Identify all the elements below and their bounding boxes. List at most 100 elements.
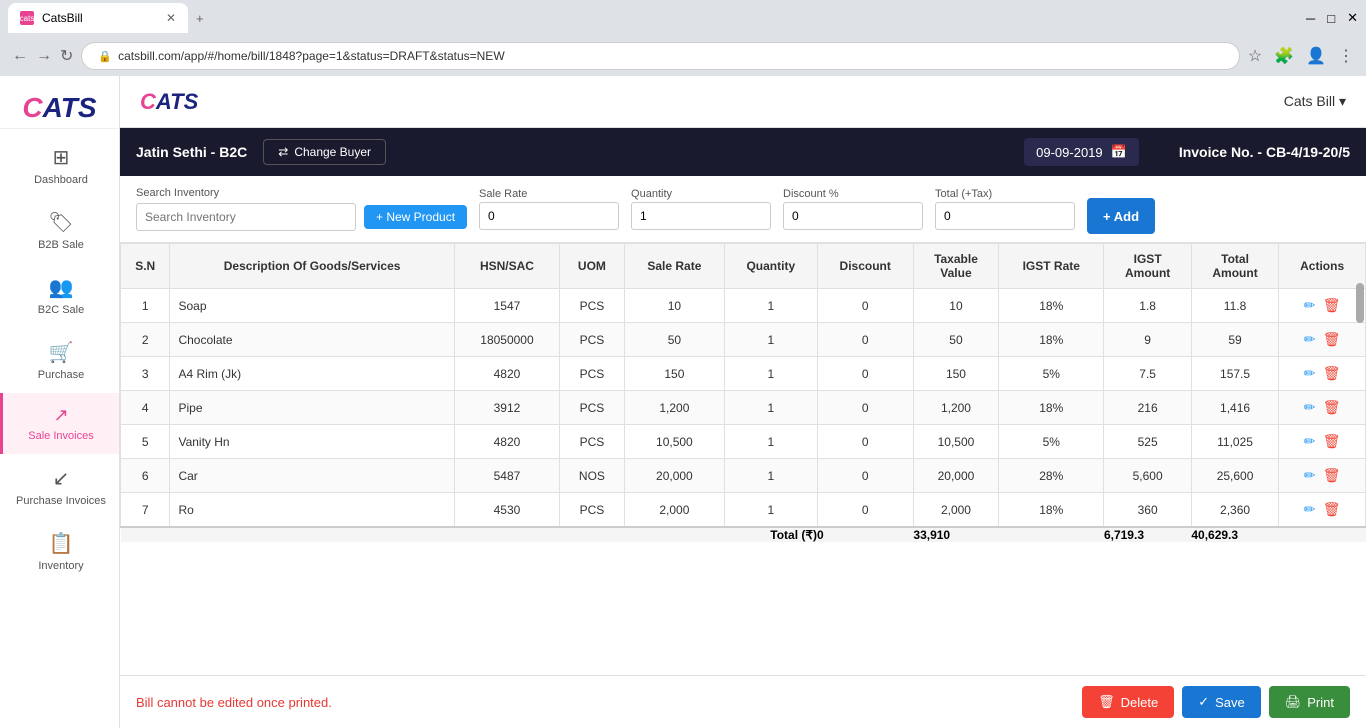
sidebar-item-b2c-sale[interactable]: 👥 B2C Sale — [0, 263, 119, 328]
url-text: catsbill.com/app/#/home/bill/1848?page=1… — [118, 49, 505, 63]
cell-desc: Ro — [170, 493, 454, 528]
cell-hsn: 18050000 — [454, 323, 559, 357]
browser-tab[interactable]: cats CatsBill ✕ — [8, 3, 188, 33]
col-taxable: TaxableValue — [913, 244, 998, 289]
cell-actions: ✏ 🗑 — [1279, 391, 1366, 425]
sidebar-item-b2b-sale[interactable]: 🏷 B2B Sale — [0, 198, 119, 263]
refresh-btn[interactable]: ↻ — [60, 46, 73, 66]
cell-sale-rate: 20,000 — [624, 459, 724, 493]
delete-row-button[interactable]: 🗑 — [1321, 499, 1343, 520]
search-label: Search Inventory — [136, 187, 467, 199]
sidebar-item-inventory[interactable]: 📋 Inventory — [0, 519, 119, 584]
save-invoice-button[interactable]: ✓ Save — [1182, 686, 1261, 718]
cell-desc: A4 Rim (Jk) — [170, 357, 454, 391]
cell-discount: 0 — [817, 493, 913, 528]
minimize-btn[interactable]: ─ — [1306, 11, 1315, 26]
search-add-row: Search Inventory + New Product Sale Rate… — [120, 176, 1366, 243]
edit-row-button[interactable]: ✏ — [1302, 499, 1318, 520]
cell-qty: 1 — [725, 425, 817, 459]
edit-row-button[interactable]: ✏ — [1302, 329, 1318, 350]
checkmark-icon: ✓ — [1198, 694, 1209, 710]
search-inventory-group: Search Inventory + New Product — [136, 187, 467, 231]
delete-row-button[interactable]: 🗑 — [1321, 295, 1343, 316]
quantity-input[interactable] — [631, 202, 771, 230]
cell-igst-rate: 18% — [999, 289, 1104, 323]
cell-actions: ✏ 🗑 — [1279, 459, 1366, 493]
col-discount: Discount — [817, 244, 913, 289]
edit-row-button[interactable]: ✏ — [1302, 431, 1318, 452]
cell-discount: 0 — [817, 289, 913, 323]
bookmark-star-icon[interactable]: ☆ — [1248, 46, 1262, 66]
edit-row-button[interactable]: ✏ — [1302, 465, 1318, 486]
edit-row-button[interactable]: ✏ — [1302, 295, 1318, 316]
delete-row-button[interactable]: 🗑 — [1321, 431, 1343, 452]
sale-rate-input[interactable] — [479, 202, 619, 230]
profile-icon[interactable]: 👤 — [1306, 46, 1326, 66]
cell-igst-amt: 5,600 — [1104, 459, 1191, 493]
print-invoice-button[interactable]: 🖨 Print — [1269, 686, 1350, 718]
cell-hsn: 4820 — [454, 425, 559, 459]
cell-igst-rate: 18% — [999, 493, 1104, 528]
main-content: CATS Cats Bill ▾ Jatin Sethi - B2C ⇄ Cha… — [120, 76, 1366, 728]
sale-invoices-icon: ↗ — [53, 405, 68, 426]
delete-row-button[interactable]: 🗑 — [1321, 465, 1343, 486]
cell-igst-amt: 1.8 — [1104, 289, 1191, 323]
cell-desc: Vanity Hn — [170, 425, 454, 459]
close-btn[interactable]: ✕ — [1347, 10, 1358, 26]
cell-igst-rate: 5% — [999, 425, 1104, 459]
sidebar-item-purchase-invoices[interactable]: ↙ Purchase Invoices — [0, 454, 119, 519]
col-igst-rate: IGST Rate — [999, 244, 1104, 289]
table-row: 5 Vanity Hn 4820 PCS 10,500 1 0 10,500 5… — [121, 425, 1366, 459]
cell-total: 11,025 — [1191, 425, 1278, 459]
sidebar-item-dashboard[interactable]: ⊞ Dashboard — [0, 133, 119, 198]
calendar-icon[interactable]: 📅 — [1111, 144, 1127, 160]
delete-invoice-button[interactable]: 🗑 Delete — [1082, 686, 1174, 718]
cell-hsn: 3912 — [454, 391, 559, 425]
cell-qty: 1 — [725, 323, 817, 357]
change-buyer-button[interactable]: ⇄ Change Buyer — [263, 139, 386, 165]
tab-favicon: cats — [20, 11, 34, 25]
discount-input[interactable] — [783, 202, 923, 230]
cell-igst-rate: 5% — [999, 357, 1104, 391]
sidebar-item-purchase[interactable]: 🛒 Purchase — [0, 328, 119, 393]
table-row: 4 Pipe 3912 PCS 1,200 1 0 1,200 18% 216 … — [121, 391, 1366, 425]
delete-row-button[interactable]: 🗑 — [1321, 397, 1343, 418]
cell-taxable: 50 — [913, 323, 998, 357]
invoice-date: 09-09-2019 📅 — [1024, 138, 1139, 166]
search-input[interactable] — [136, 203, 356, 231]
cell-igst-amt: 216 — [1104, 391, 1191, 425]
extensions-icon[interactable]: 🧩 — [1274, 46, 1294, 66]
address-bar[interactable]: 🔒 catsbill.com/app/#/home/bill/1848?page… — [81, 42, 1239, 70]
edit-row-button[interactable]: ✏ — [1302, 397, 1318, 418]
total-taxable: 33,910 — [913, 527, 998, 542]
cell-igst-rate: 18% — [999, 323, 1104, 357]
table-container: S.N Description Of Goods/Services HSN/SA… — [120, 243, 1366, 675]
table-row: 3 A4 Rim (Jk) 4820 PCS 150 1 0 150 5% 7.… — [121, 357, 1366, 391]
menu-icon[interactable]: ⋮ — [1338, 46, 1354, 66]
back-btn[interactable]: ← — [12, 47, 28, 65]
tab-close-btn[interactable]: ✕ — [166, 11, 176, 25]
restore-btn[interactable]: □ — [1327, 11, 1335, 26]
new-tab-btn[interactable]: + — [196, 11, 204, 26]
cell-actions: ✏ 🗑 — [1279, 493, 1366, 528]
table-row: 1 Soap 1547 PCS 10 1 0 10 18% 1.8 11.8 ✏… — [121, 289, 1366, 323]
sidebar-item-sale-invoices[interactable]: ↗ Sale Invoices — [0, 393, 119, 454]
new-product-button[interactable]: + New Product — [364, 205, 467, 229]
sidebar-item-label: Sale Invoices — [28, 430, 93, 442]
delete-row-button[interactable]: 🗑 — [1321, 329, 1343, 350]
cell-total: 157.5 — [1191, 357, 1278, 391]
forward-btn[interactable]: → — [36, 47, 52, 65]
edit-row-button[interactable]: ✏ — [1302, 363, 1318, 384]
logo: CATS — [22, 92, 96, 124]
cell-sale-rate: 50 — [624, 323, 724, 357]
cell-uom: PCS — [560, 391, 624, 425]
cell-desc: Soap — [170, 289, 454, 323]
cell-total: 2,360 — [1191, 493, 1278, 528]
delete-row-button[interactable]: 🗑 — [1321, 363, 1343, 384]
add-button[interactable]: + Add — [1087, 198, 1155, 234]
total-input[interactable] — [935, 202, 1075, 230]
tab-title: CatsBill — [42, 11, 83, 25]
cats-bill-label[interactable]: Cats Bill ▾ — [1284, 93, 1346, 110]
browser-toolbar: ☆ 🧩 👤 ⋮ — [1248, 46, 1354, 66]
scrollbar-thumb[interactable] — [1356, 283, 1364, 323]
